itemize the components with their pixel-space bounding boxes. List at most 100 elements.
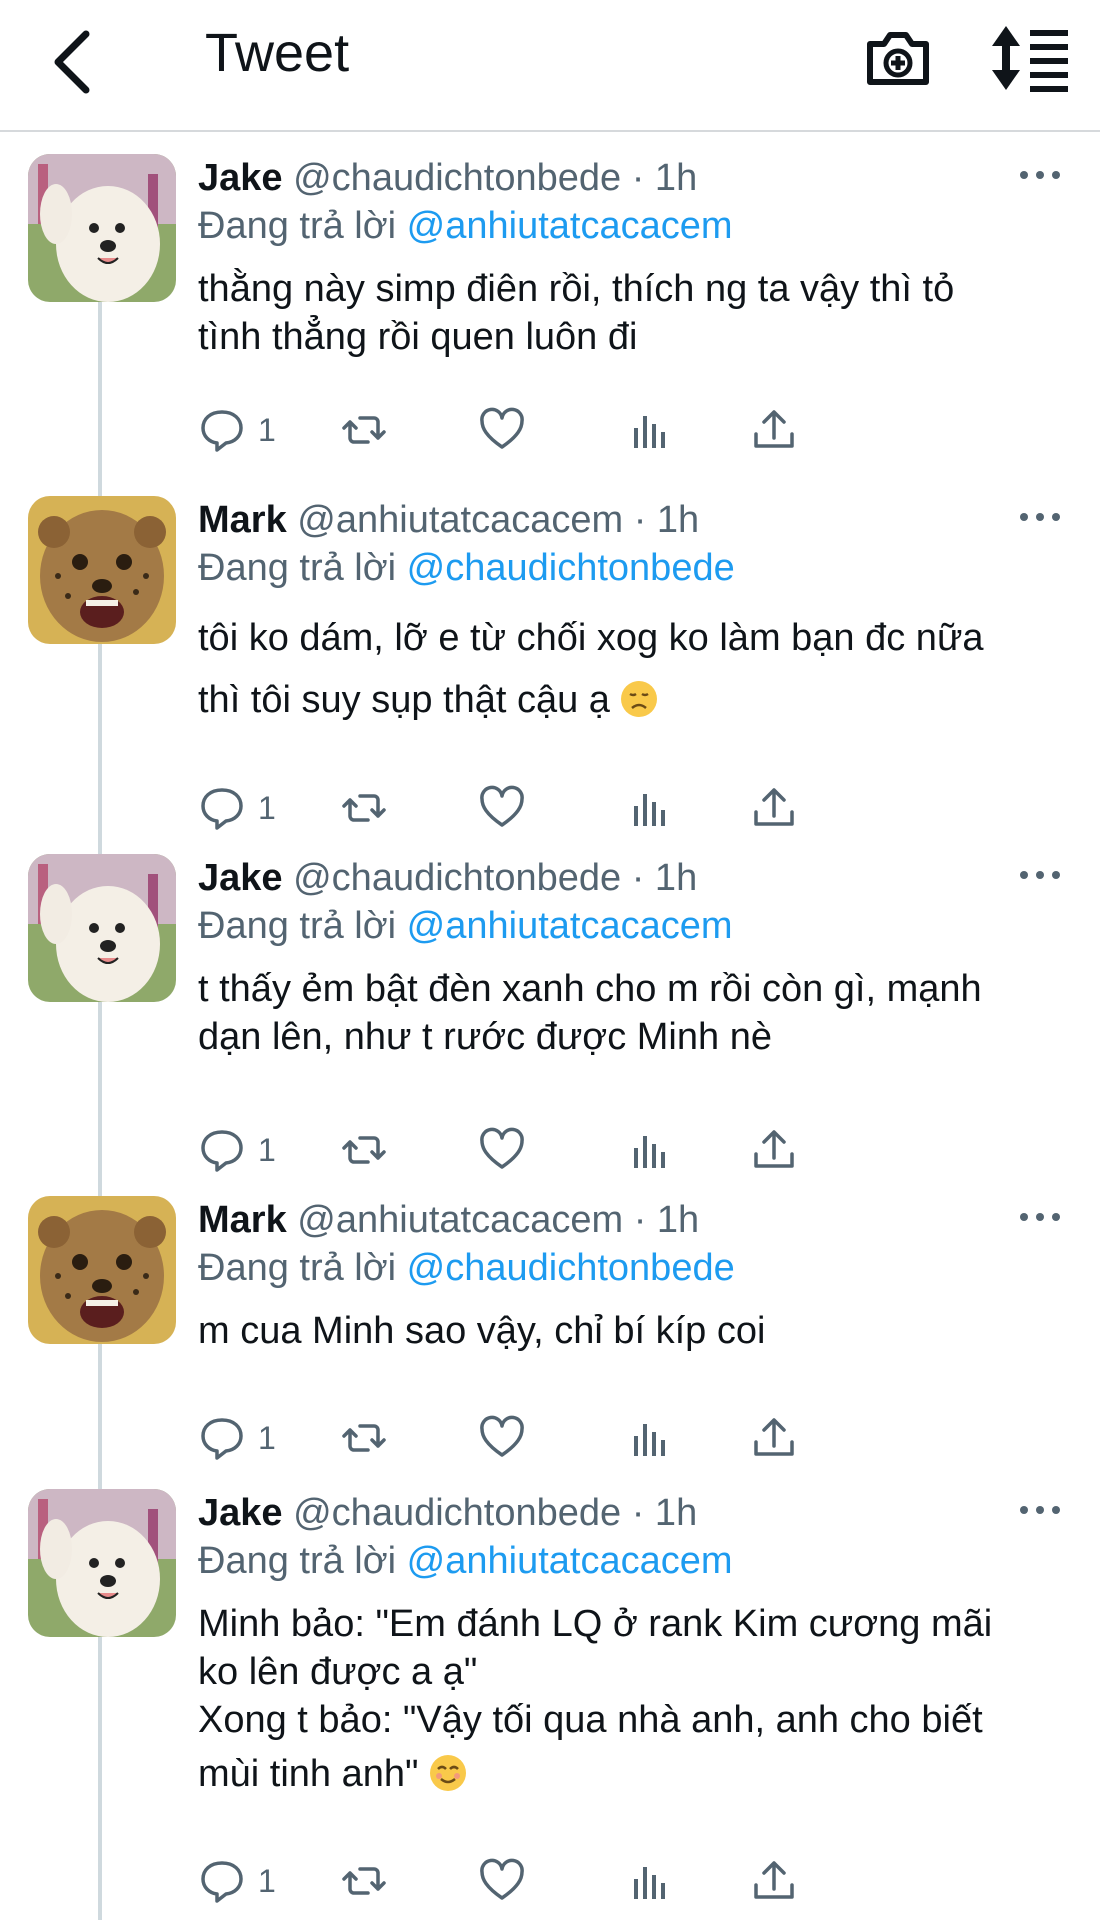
share-button[interactable] bbox=[750, 1853, 798, 1909]
like-button[interactable] bbox=[478, 780, 526, 836]
tweet-text-span: dạn lên, như t rước được Minh nè bbox=[198, 1016, 772, 1058]
tweet-meta: Jake @chaudichtonbede · 1h bbox=[198, 154, 697, 202]
tweet-text: tôi ko dám, lỡ e từ chối xog ko làm bạn … bbox=[198, 607, 1078, 731]
author-name[interactable]: Mark bbox=[198, 499, 287, 541]
share-button[interactable] bbox=[750, 1410, 798, 1466]
author-name[interactable]: Jake bbox=[198, 857, 283, 899]
retweet-button[interactable] bbox=[340, 1122, 388, 1178]
replying-to-handle[interactable]: @anhiutatcacacem bbox=[407, 205, 733, 247]
replying-to-handle[interactable]: @anhiutatcacacem bbox=[407, 1540, 733, 1582]
tweet-text-span: thì tôi suy sụp thật cậu ạ bbox=[198, 679, 610, 721]
analytics-icon bbox=[626, 406, 674, 454]
heart-icon bbox=[478, 1126, 526, 1174]
avatar[interactable] bbox=[28, 1489, 176, 1637]
replying-to: Đang trả lời @anhiutatcacacem bbox=[198, 1537, 733, 1585]
tweet-text-span: Minh bảo: "Em đánh LQ ở rank Kim cương m… bbox=[198, 1603, 993, 1645]
author-handle[interactable]: @chaudichtonbede bbox=[293, 1492, 621, 1534]
analytics-icon bbox=[626, 1414, 674, 1462]
tweet-text: thằng này simp điên rồi, thích ng ta vậy… bbox=[198, 265, 1078, 361]
like-button[interactable] bbox=[478, 402, 526, 458]
reply-button[interactable]: 1 bbox=[198, 1853, 276, 1909]
retweet-icon bbox=[340, 406, 388, 454]
replying-to-handle[interactable]: @chaudichtonbede bbox=[407, 547, 735, 589]
tweet-meta: Jake @chaudichtonbede · 1h bbox=[198, 854, 697, 902]
timestamp: · 1h bbox=[631, 1492, 698, 1534]
stats-button[interactable] bbox=[626, 780, 674, 836]
analytics-icon bbox=[626, 1857, 674, 1905]
tweet-actions: 1 bbox=[198, 1122, 1078, 1178]
retweet-icon bbox=[340, 1126, 388, 1174]
replying-to-label: Đang trả lời bbox=[198, 547, 397, 589]
reply-button[interactable]: 1 bbox=[198, 402, 276, 458]
retweet-icon bbox=[340, 1857, 388, 1905]
page-title: Tweet bbox=[205, 23, 350, 83]
share-icon bbox=[750, 1857, 798, 1905]
retweet-button[interactable] bbox=[340, 780, 388, 836]
retweet-button[interactable] bbox=[340, 1853, 388, 1909]
more-horizontal-icon[interactable] bbox=[1010, 160, 1070, 190]
author-handle[interactable]: @anhiutatcacacem bbox=[297, 1199, 623, 1241]
camera-plus-icon[interactable] bbox=[862, 22, 934, 94]
tweet-text-span: m cua Minh sao vậy, chỉ bí kíp coi bbox=[198, 1310, 766, 1352]
avatar[interactable] bbox=[28, 854, 176, 1002]
avatar[interactable] bbox=[28, 154, 176, 302]
stats-button[interactable] bbox=[626, 1853, 674, 1909]
like-button[interactable] bbox=[478, 1853, 526, 1909]
stats-button[interactable] bbox=[626, 1122, 674, 1178]
tweet-actions: 1 bbox=[198, 1853, 1078, 1909]
avatar[interactable] bbox=[28, 496, 176, 644]
tweet-text-line: m cua Minh sao vậy, chỉ bí kíp coi bbox=[198, 1307, 1078, 1355]
author-handle[interactable]: @chaudichtonbede bbox=[293, 857, 621, 899]
tweet-text-line: thì tôi suy sụp thật cậu ạ bbox=[198, 669, 1078, 731]
like-button[interactable] bbox=[478, 1122, 526, 1178]
like-button[interactable] bbox=[478, 1410, 526, 1466]
reply-button[interactable]: 1 bbox=[198, 1122, 276, 1178]
reply-icon bbox=[198, 784, 246, 832]
replying-to-label: Đang trả lời bbox=[198, 1540, 397, 1582]
tweet-text-span: ko lên được a ạ" bbox=[198, 1651, 478, 1693]
tweet-text-span: tôi ko dám, lỡ e từ chối xog ko làm bạn … bbox=[198, 617, 984, 659]
replying-to-label: Đang trả lời bbox=[198, 1247, 397, 1289]
avatar[interactable] bbox=[28, 1196, 176, 1344]
more-horizontal-icon[interactable] bbox=[1010, 860, 1070, 890]
replying-to: Đang trả lời @anhiutatcacacem bbox=[198, 902, 733, 950]
author-name[interactable]: Jake bbox=[198, 1492, 283, 1534]
author-handle[interactable]: @anhiutatcacacem bbox=[297, 499, 623, 541]
heart-icon bbox=[478, 1414, 526, 1462]
heart-icon bbox=[478, 784, 526, 832]
author-name[interactable]: Mark bbox=[198, 1199, 287, 1241]
top-bar: Tweet bbox=[0, 0, 1100, 132]
more-horizontal-icon[interactable] bbox=[1010, 502, 1070, 532]
replying-to: Đang trả lời @anhiutatcacacem bbox=[198, 202, 733, 250]
heart-icon bbox=[478, 1857, 526, 1905]
share-button[interactable] bbox=[750, 1122, 798, 1178]
replying-to-handle[interactable]: @anhiutatcacacem bbox=[407, 905, 733, 947]
more-horizontal-icon[interactable] bbox=[1010, 1202, 1070, 1232]
share-button[interactable] bbox=[750, 402, 798, 458]
tweet-text-line: mùi tinh anh" bbox=[198, 1744, 1078, 1804]
reply-button[interactable]: 1 bbox=[198, 1410, 276, 1466]
reply-button[interactable]: 1 bbox=[198, 780, 276, 836]
reply-count: 1 bbox=[258, 789, 276, 826]
stats-button[interactable] bbox=[626, 402, 674, 458]
retweet-button[interactable] bbox=[340, 402, 388, 458]
author-name[interactable]: Jake bbox=[198, 157, 283, 199]
replying-to-handle[interactable]: @chaudichtonbede bbox=[407, 1247, 735, 1289]
tweet-text-span: t thấy ẻm bật đèn xanh cho m rồi còn gì,… bbox=[198, 968, 982, 1010]
stats-button[interactable] bbox=[626, 1410, 674, 1466]
retweet-button[interactable] bbox=[340, 1410, 388, 1466]
tweet-text: m cua Minh sao vậy, chỉ bí kíp coi bbox=[198, 1307, 1078, 1355]
more-horizontal-icon[interactable] bbox=[1010, 1495, 1070, 1525]
tweet-text-span: thằng này simp điên rồi, thích ng ta vậy… bbox=[198, 268, 955, 310]
share-button[interactable] bbox=[750, 780, 798, 836]
tweet-actions: 1 bbox=[198, 1410, 1078, 1466]
timestamp: · 1h bbox=[633, 1199, 700, 1241]
chevron-left-icon[interactable] bbox=[38, 22, 118, 102]
tweet-text-line: t thấy ẻm bật đèn xanh cho m rồi còn gì,… bbox=[198, 965, 1078, 1013]
share-icon bbox=[750, 406, 798, 454]
reply-count: 1 bbox=[258, 1131, 276, 1168]
sort-icon[interactable] bbox=[990, 22, 1070, 94]
share-icon bbox=[750, 784, 798, 832]
author-handle[interactable]: @chaudichtonbede bbox=[293, 157, 621, 199]
timestamp: · 1h bbox=[633, 499, 700, 541]
